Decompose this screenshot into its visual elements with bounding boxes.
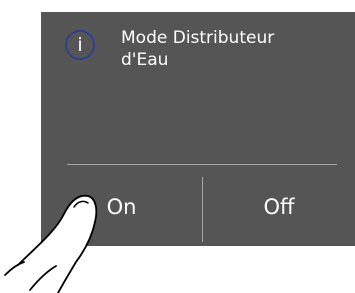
pointing-finger-icon <box>4 194 98 293</box>
